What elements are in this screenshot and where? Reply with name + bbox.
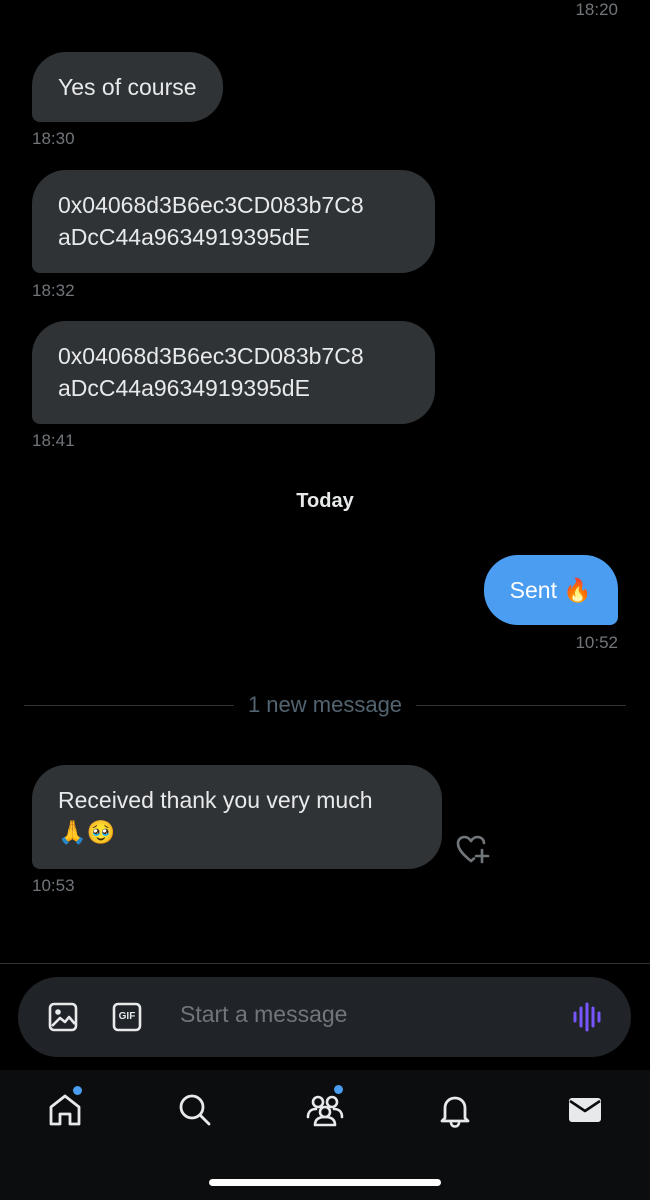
search-icon[interactable]: [175, 1090, 215, 1130]
new-message-divider: 1 new message: [24, 690, 626, 720]
timestamp: 18:32: [32, 281, 75, 300]
received-message-bubble[interactable]: Yes of course: [32, 52, 223, 122]
sent-message-bubble[interactable]: Sent 🔥: [483, 555, 618, 625]
message-text: aDcC44a9634919395dE: [58, 375, 310, 401]
message-text: Yes of course: [58, 74, 197, 100]
message-text: 0x04068d3B6ec3CD083b7C8: [58, 192, 364, 218]
voice-message-icon[interactable]: [569, 999, 605, 1035]
message-input[interactable]: Start a message: [180, 1001, 347, 1028]
message-text: aDcC44a9634919395dE: [58, 224, 310, 250]
day-separator: Today: [296, 490, 354, 512]
message-emoji: 🙏🥹: [58, 819, 116, 845]
fire-emoji: 🔥: [563, 577, 592, 603]
timestamp: 18:20: [575, 0, 618, 19]
message-text: Sent: [509, 577, 557, 603]
home-indicator: [209, 1179, 441, 1186]
timestamp: 10:53: [32, 876, 75, 895]
home-notification-dot: [73, 1086, 82, 1095]
home-icon[interactable]: [45, 1086, 85, 1130]
timestamp: 10:52: [575, 633, 618, 652]
received-message-bubble[interactable]: 0x04068d3B6ec3CD083b7C8 aDcC44a963491939…: [32, 170, 435, 273]
communities-icon[interactable]: [305, 1085, 345, 1130]
image-icon[interactable]: [45, 999, 81, 1035]
messages-icon[interactable]: [565, 1090, 605, 1130]
message-text: Received thank you very much: [58, 787, 373, 813]
communities-notification-dot: [334, 1085, 343, 1094]
composer-divider: [0, 963, 650, 964]
notifications-icon[interactable]: [435, 1090, 475, 1130]
add-reaction-icon[interactable]: [455, 833, 491, 867]
message-text: 0x04068d3B6ec3CD083b7C8: [58, 343, 364, 369]
message-composer: GIF Start a message: [18, 977, 631, 1057]
received-message-bubble[interactable]: 0x04068d3B6ec3CD083b7C8 aDcC44a963491939…: [32, 321, 435, 424]
new-message-label: 1 new message: [247, 692, 403, 717]
gif-icon[interactable]: GIF: [109, 999, 145, 1035]
timestamp: 18:41: [32, 431, 75, 450]
timestamp: 18:30: [32, 129, 75, 148]
gif-label: GIF: [118, 1011, 136, 1022]
divider-line: [24, 704, 234, 706]
divider-line: [416, 704, 626, 706]
received-message-bubble[interactable]: Received thank you very much 🙏🥹: [32, 765, 442, 869]
